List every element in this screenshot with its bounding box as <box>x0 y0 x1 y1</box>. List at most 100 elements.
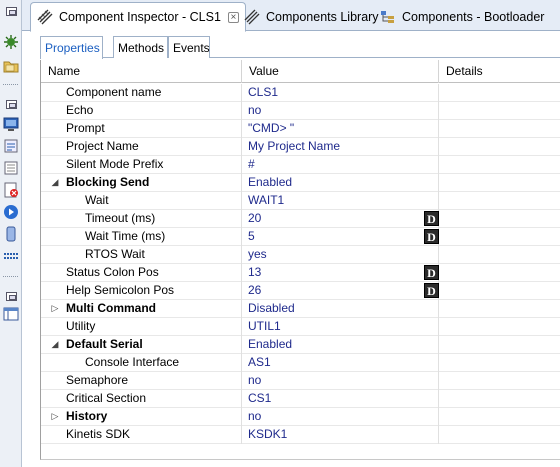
tab-events[interactable]: Events <box>168 36 210 58</box>
table-row[interactable]: Kinetis SDK KSDK1 <box>41 426 560 444</box>
column-header-name[interactable]: Name <box>41 60 242 83</box>
property-value[interactable]: CS1 <box>242 390 439 408</box>
decimal-base-button[interactable]: D <box>424 265 439 280</box>
property-name: Echo <box>66 103 94 117</box>
property-value[interactable]: "CMD> " <box>242 120 439 138</box>
registers-icon[interactable] <box>3 248 19 264</box>
property-details <box>439 246 560 264</box>
property-name-cell: ▷ Multi Command <box>41 300 242 318</box>
table-row[interactable]: Echo no <box>41 102 560 120</box>
table-row[interactable]: Timeout (ms) 20 D <box>41 210 560 228</box>
property-name: Timeout (ms) <box>85 211 156 225</box>
debug-icon[interactable] <box>3 34 19 50</box>
property-name: Status Colon Pos <box>66 265 159 279</box>
monitor-icon[interactable] <box>3 116 19 132</box>
property-name: RTOS Wait <box>85 247 145 261</box>
property-details <box>439 138 560 156</box>
property-name: History <box>66 409 108 423</box>
tab-components-bootloader[interactable]: Components - Bootloader <box>374 2 550 31</box>
column-header-value[interactable]: Value <box>242 60 439 83</box>
property-value[interactable]: 20 <box>242 210 439 228</box>
table-row[interactable]: ▷ Multi Command Disabled <box>41 300 560 318</box>
table-row[interactable]: Utility UTIL1 <box>41 318 560 336</box>
property-name: Semaphore <box>66 373 129 387</box>
property-value[interactable]: no <box>242 372 439 390</box>
property-value[interactable]: 26 <box>242 282 439 300</box>
minimize-icon[interactable] <box>3 288 19 304</box>
property-name: Component name <box>66 85 162 99</box>
decimal-base-button[interactable]: D <box>424 211 439 226</box>
property-value[interactable]: KSDK1 <box>242 426 439 444</box>
property-value[interactable]: 5 <box>242 228 439 246</box>
table-row[interactable]: Semaphore no <box>41 372 560 390</box>
decimal-base-button[interactable]: D <box>424 283 439 298</box>
property-value[interactable]: Enabled <box>242 336 439 354</box>
error-log-icon[interactable] <box>3 182 19 198</box>
property-details <box>439 84 560 102</box>
property-name-cell: Console Interface <box>41 354 242 372</box>
table-row[interactable]: Status Colon Pos 13 D <box>41 264 560 282</box>
property-details <box>439 372 560 390</box>
tree-collapsed-icon[interactable]: ▷ <box>50 408 60 425</box>
list-icon[interactable] <box>3 160 19 176</box>
property-value[interactable]: Disabled <box>242 300 439 318</box>
property-name-cell: RTOS Wait <box>41 246 242 264</box>
property-name-cell: Wait <box>41 192 242 210</box>
table-row[interactable]: Prompt "CMD> " <box>41 120 560 138</box>
property-value[interactable]: My Project Name <box>242 138 439 156</box>
property-value[interactable]: UTIL1 <box>242 318 439 336</box>
inspector-subtabs: Properties Methods Events <box>40 36 560 59</box>
table-row[interactable]: ▷ History no <box>41 408 560 426</box>
property-details <box>439 102 560 120</box>
tree-collapsed-icon[interactable]: ▷ <box>50 300 60 317</box>
table-row[interactable]: RTOS Wait yes <box>41 246 560 264</box>
property-name-cell: Wait Time (ms) <box>41 228 242 246</box>
folder-icon[interactable] <box>3 58 19 74</box>
property-value[interactable]: 13 <box>242 264 439 282</box>
minimize-icon[interactable] <box>3 96 19 112</box>
table-row[interactable]: Wait Time (ms) 5 D <box>41 228 560 246</box>
table-row[interactable]: Help Semicolon Pos 26 D <box>41 282 560 300</box>
property-value[interactable]: no <box>242 408 439 426</box>
tab-components-library[interactable]: Components Library <box>238 2 385 31</box>
run-icon[interactable] <box>3 204 19 220</box>
property-details <box>439 426 560 444</box>
table-row[interactable]: Wait WAIT1 <box>41 192 560 210</box>
tab-properties[interactable]: Properties <box>40 36 103 59</box>
property-value[interactable]: CLS1 <box>242 84 439 102</box>
table-row[interactable]: ◢ Default Serial Enabled <box>41 336 560 354</box>
tab-label: Components - Bootloader <box>402 9 545 24</box>
property-value[interactable]: no <box>242 102 439 120</box>
table-row[interactable]: ◢ Blocking Send Enabled <box>41 174 560 192</box>
table-row[interactable]: Console Interface AS1 <box>41 354 560 372</box>
toolbar-separator <box>3 84 18 86</box>
tab-methods[interactable]: Methods <box>113 36 168 58</box>
property-details <box>439 336 560 354</box>
property-details <box>439 282 560 300</box>
property-details <box>439 192 560 210</box>
property-value[interactable]: yes <box>242 246 439 264</box>
property-name-cell: Timeout (ms) <box>41 210 242 228</box>
table-row[interactable]: Critical Section CS1 <box>41 390 560 408</box>
decimal-base-button[interactable]: D <box>424 229 439 244</box>
minimize-icon[interactable] <box>3 3 19 19</box>
property-value[interactable]: WAIT1 <box>242 192 439 210</box>
tree-expanded-icon[interactable]: ◢ <box>50 336 60 353</box>
tree-expanded-icon[interactable]: ◢ <box>50 174 60 191</box>
property-name: Silent Mode Prefix <box>66 157 164 171</box>
property-details <box>439 156 560 174</box>
table-row[interactable]: Silent Mode Prefix # <box>41 156 560 174</box>
table-row[interactable]: Component name CLS1 <box>41 84 560 102</box>
tab-component-inspector[interactable]: Component Inspector - CLS1 × <box>30 2 246 32</box>
table-row[interactable]: Project Name My Project Name <box>41 138 560 156</box>
property-value[interactable]: AS1 <box>242 354 439 372</box>
layout-icon[interactable] <box>3 306 19 322</box>
column-header-details[interactable]: Details <box>439 60 560 83</box>
property-name-cell: Prompt <box>41 120 242 138</box>
property-details <box>439 210 560 228</box>
debug-view-icon[interactable] <box>3 138 19 154</box>
property-value[interactable]: # <box>242 156 439 174</box>
property-value[interactable]: Enabled <box>242 174 439 192</box>
property-name: Default Serial <box>66 337 143 351</box>
memory-icon[interactable] <box>3 226 19 242</box>
